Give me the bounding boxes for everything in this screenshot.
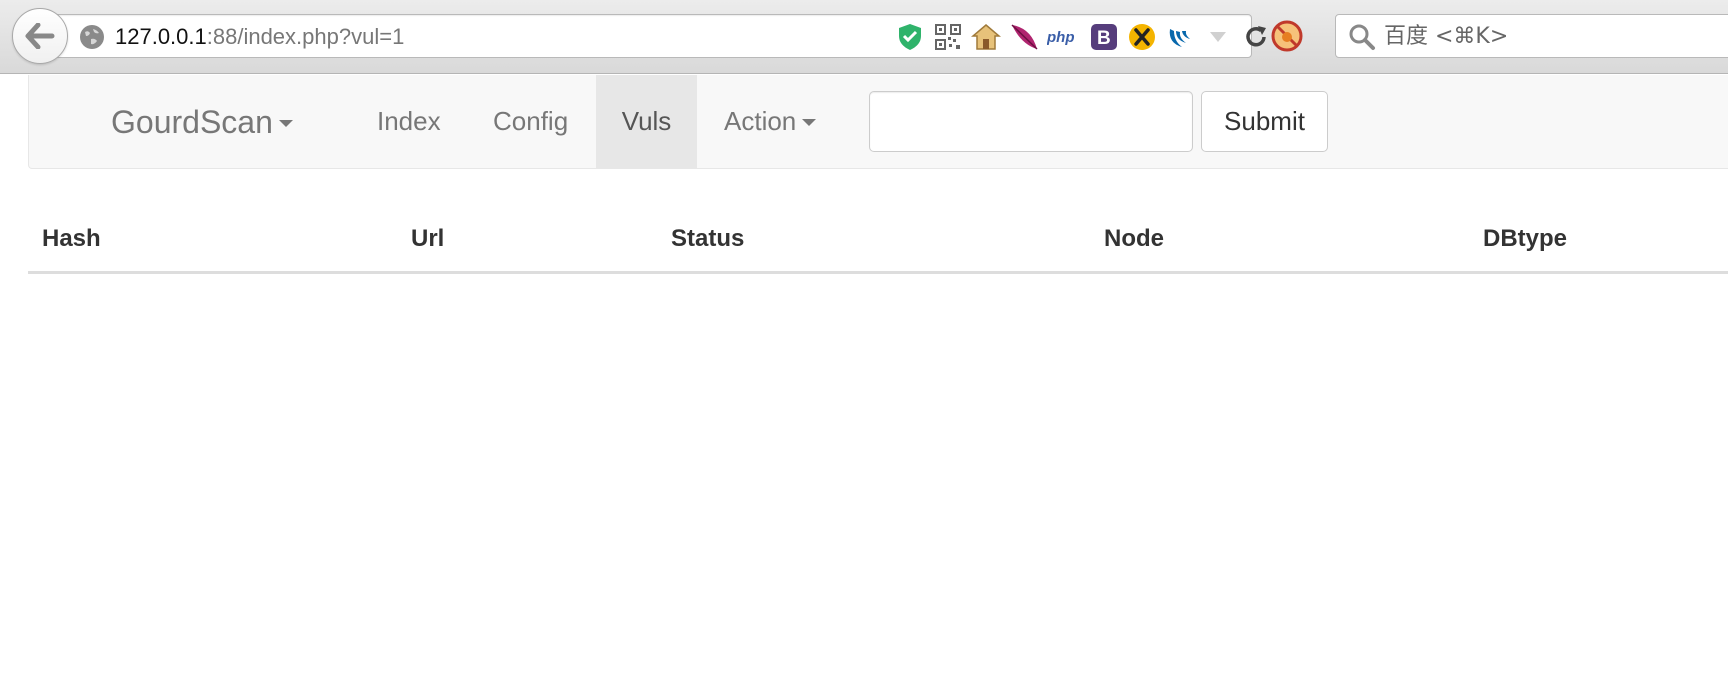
jquery-icon[interactable]	[1165, 22, 1195, 52]
nav-index[interactable]: Index	[350, 75, 468, 168]
nav-config-label: Config	[493, 106, 569, 136]
globe-icon	[80, 25, 104, 49]
bootstrap-icon[interactable]: B	[1089, 22, 1119, 52]
home-icon[interactable]	[971, 22, 1001, 52]
nav-index-label: Index	[377, 106, 441, 136]
brand-label: GourdScan	[111, 104, 273, 140]
vuls-table-header: Hash Url Status Node DBtype	[28, 216, 1728, 274]
block-icon[interactable]	[1270, 19, 1304, 53]
url-host: 127.0.0.1	[115, 24, 207, 49]
svg-text:php: php	[1047, 29, 1075, 46]
submit-button[interactable]: Submit	[1201, 91, 1328, 152]
qr-code-icon[interactable]	[933, 22, 963, 52]
url-path: :88/index.php?vul=1	[206, 24, 405, 49]
shield-check-icon[interactable]	[895, 22, 925, 52]
column-header-status: Status	[671, 225, 745, 252]
nav-action-label: Action	[724, 106, 797, 136]
extension-icons: php B	[895, 21, 1271, 53]
nav-vuls[interactable]: Vuls	[596, 75, 697, 168]
caret-down-icon	[278, 119, 293, 127]
nav-config[interactable]: Config	[466, 75, 595, 168]
x-icon[interactable]	[1127, 22, 1157, 52]
search-input[interactable]	[869, 91, 1193, 152]
browser-toolbar: 127.0.0.1:88/index.php?vul=1 php B 百度 <⌘…	[0, 0, 1728, 74]
back-button[interactable]	[12, 8, 68, 64]
address-bar[interactable]: 127.0.0.1:88/index.php?vul=1 php B	[52, 14, 1266, 58]
search-icon	[1349, 24, 1375, 50]
reload-icon[interactable]	[1241, 22, 1271, 52]
nav-vuls-label: Vuls	[621, 106, 672, 136]
column-header-dbtype: DBtype	[1483, 225, 1568, 252]
search-bar[interactable]: 百度 <⌘K>	[1335, 14, 1728, 58]
feather-icon[interactable]	[1009, 22, 1039, 52]
arrow-left-icon	[25, 23, 55, 49]
navbar: GourdScan Index Config Vuls Action Submi…	[28, 75, 1728, 169]
dropdown-triangle-icon[interactable]	[1203, 22, 1233, 52]
nav-action-dropdown[interactable]: Action	[697, 75, 843, 168]
column-header-hash: Hash	[42, 225, 101, 252]
brand-dropdown[interactable]: GourdScan	[111, 103, 293, 141]
svg-text:B: B	[1097, 28, 1111, 49]
caret-down-icon	[802, 119, 817, 126]
search-placeholder: 百度 <⌘K>	[1384, 24, 1509, 49]
column-header-url: Url	[411, 225, 445, 252]
url-text[interactable]: 127.0.0.1:88/index.php?vul=1	[115, 24, 404, 50]
php-icon[interactable]: php	[1047, 22, 1081, 52]
column-header-node: Node	[1104, 225, 1164, 252]
